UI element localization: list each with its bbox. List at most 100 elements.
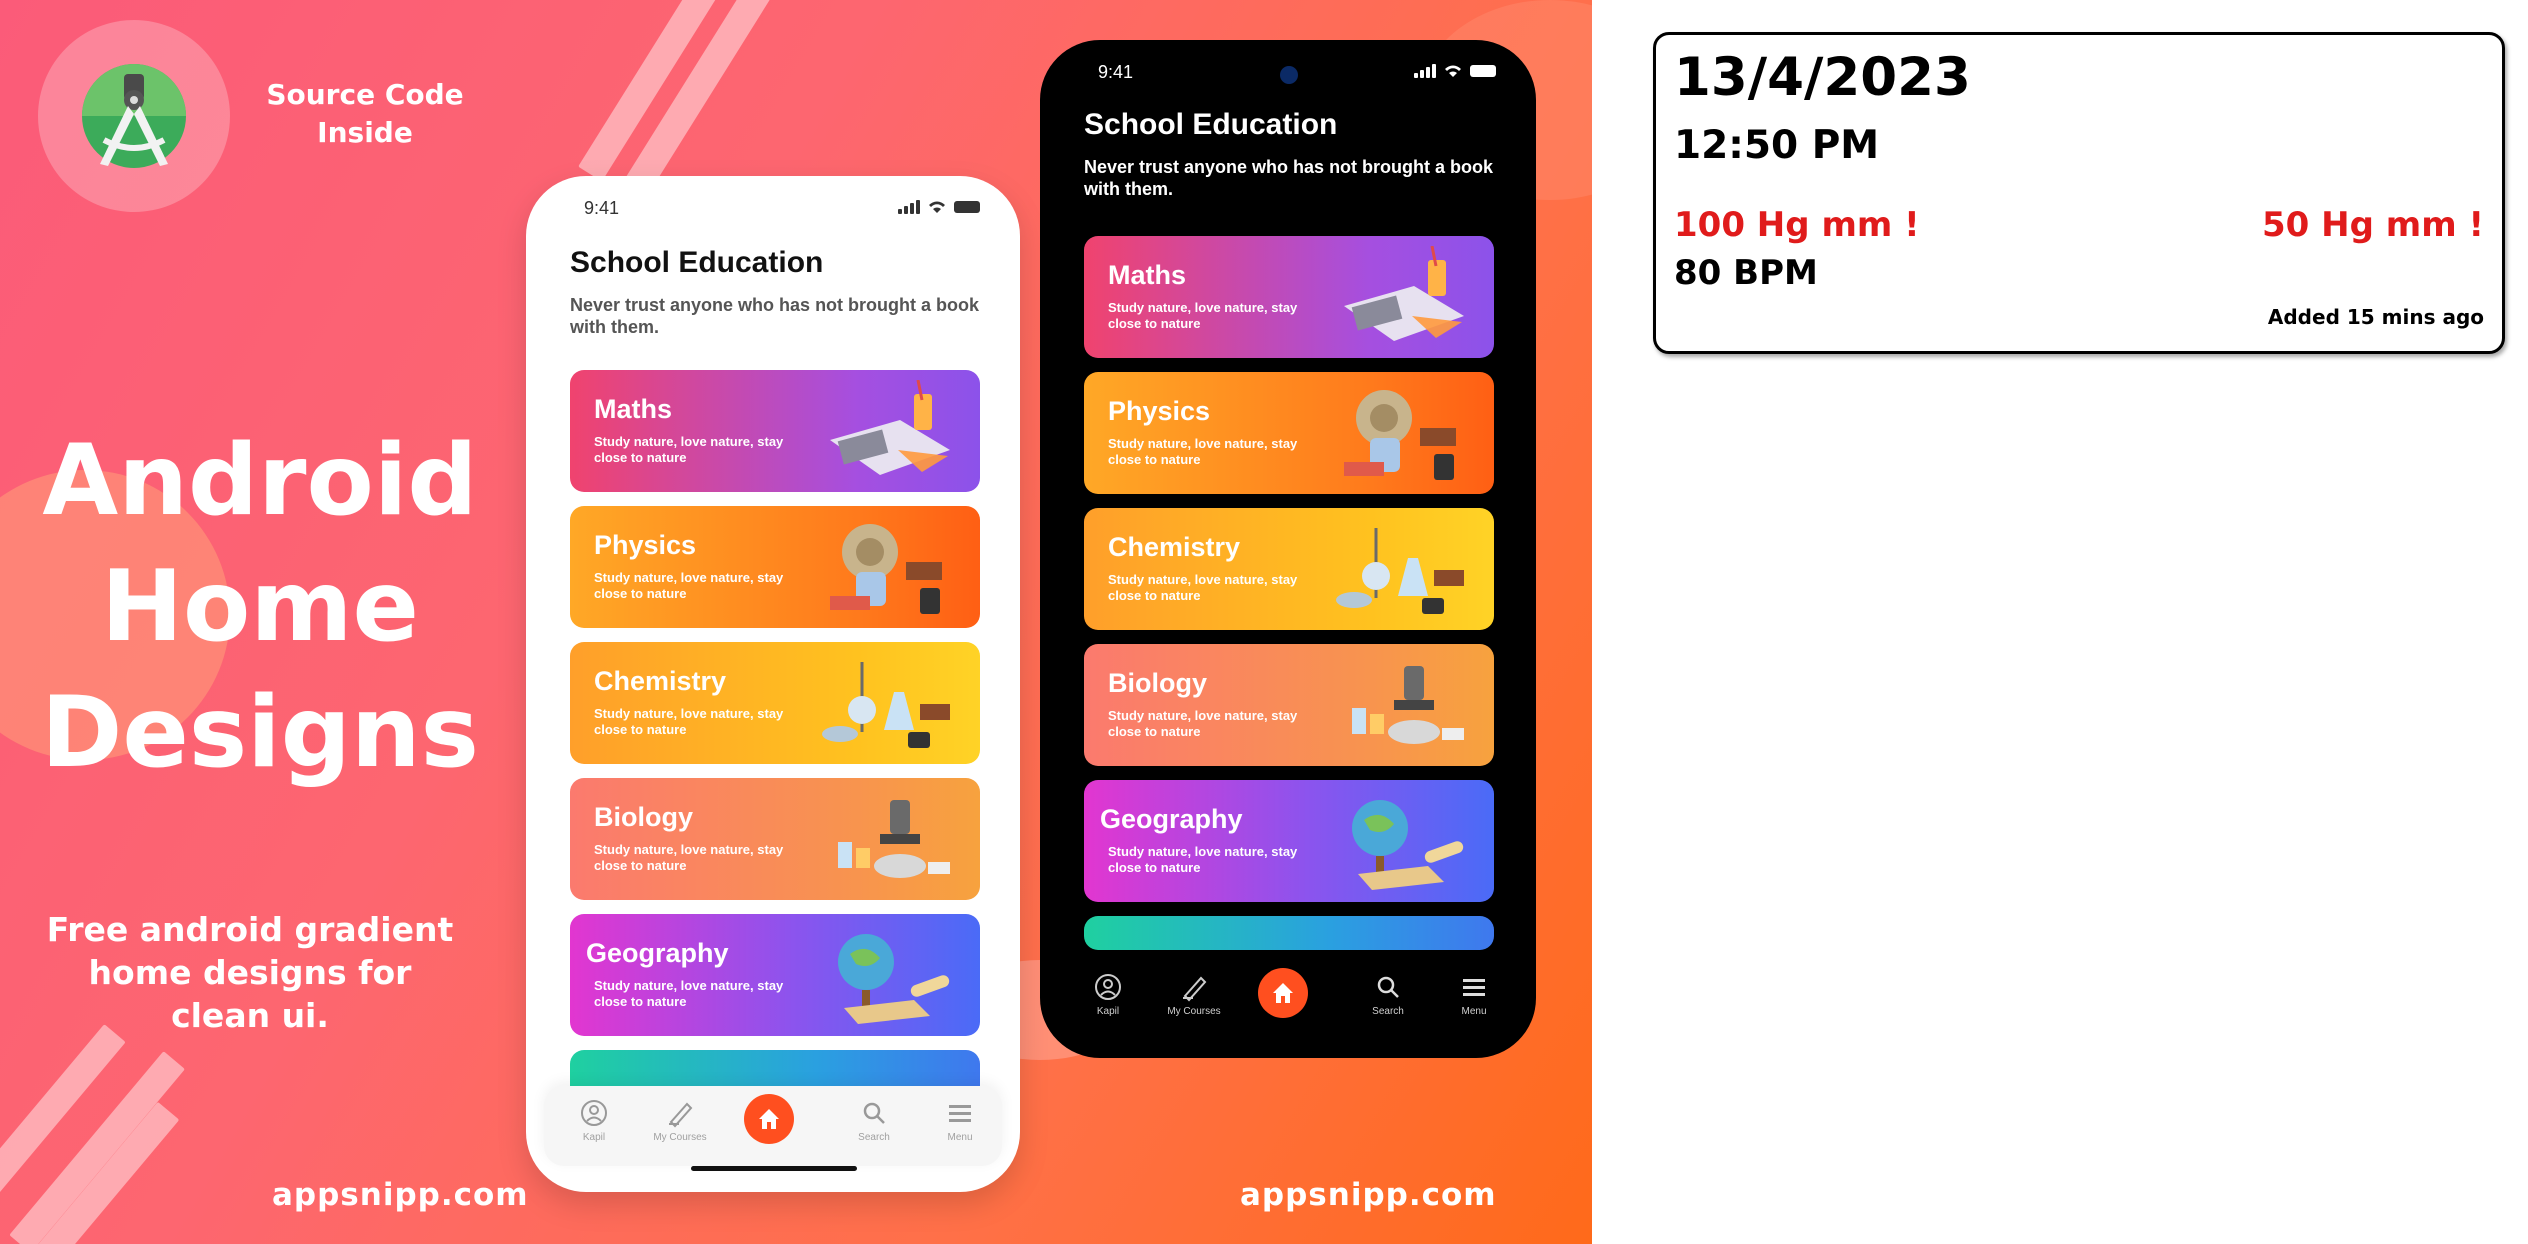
card-title: Biology xyxy=(1108,668,1207,698)
nav-menu[interactable]: Menu xyxy=(920,1098,1000,1143)
home-icon xyxy=(1273,983,1293,1003)
reading-card[interactable]: 13/4/2023 12:50 PM 100 Hg mm ! 50 Hg mm … xyxy=(1653,32,2505,354)
nav-label: Search xyxy=(858,1132,890,1143)
system-icons xyxy=(1414,64,1496,78)
nav-search[interactable]: Search xyxy=(1348,972,1428,1017)
bottom-navigation: Kapil My Courses Search Menu xyxy=(544,1086,1002,1166)
status-bar: 9:41 xyxy=(1040,40,1536,110)
card-title: Geography xyxy=(586,938,729,968)
pulse-value: 80 BPM xyxy=(1674,253,1818,293)
battery-icon xyxy=(1470,65,1496,77)
subject-card-biology[interactable]: Biology Study nature, love nature, stay … xyxy=(570,778,980,900)
subject-card-geography[interactable]: Geography Study nature, love nature, sta… xyxy=(1084,780,1494,902)
systolic-value: 100 Hg mm ! xyxy=(1674,205,1920,245)
nav-profile[interactable]: Kapil xyxy=(554,1098,634,1143)
physics-illustration xyxy=(1344,390,1456,480)
maths-illustration xyxy=(830,380,950,475)
nav-my-courses[interactable]: My Courses xyxy=(640,1098,720,1143)
nav-label: Menu xyxy=(947,1132,973,1143)
card-desc: Study nature, love nature, stay close to… xyxy=(1108,436,1298,467)
menu-icon xyxy=(1463,979,1485,996)
nav-search[interactable]: Search xyxy=(834,1098,914,1143)
card-desc: Study nature, love nature, stay close to… xyxy=(1108,708,1298,739)
home-indicator xyxy=(691,1166,857,1171)
app-subtitle: Never trust anyone who has not brought a… xyxy=(1084,157,1494,199)
biology-illustration xyxy=(1352,666,1464,744)
hero-title: Android Home Designs xyxy=(10,418,510,796)
search-icon xyxy=(863,1102,885,1124)
status-time: 9:41 xyxy=(1098,62,1134,82)
card-desc: Study nature, love nature, stay close to… xyxy=(1108,572,1298,603)
battery-icon xyxy=(954,201,980,213)
bottom-navigation: Kapil My Courses Search Menu xyxy=(1058,960,1518,1040)
phone-dark: 9:41 School Education Never trust anyone… xyxy=(1040,40,1536,1058)
physics-illustration xyxy=(830,524,942,614)
card-desc: Study nature, love nature, stay close to… xyxy=(594,570,784,601)
app-title: School Education xyxy=(570,246,824,279)
menu-icon xyxy=(949,1105,971,1122)
nav-label: Search xyxy=(1372,1006,1404,1017)
subject-card-chemistry[interactable]: Chemistry Study nature, love nature, sta… xyxy=(1084,508,1494,630)
courses-icon xyxy=(669,1102,693,1128)
signal-icon xyxy=(898,200,920,214)
wifi-icon xyxy=(929,201,945,213)
card-title: Chemistry xyxy=(594,666,727,696)
card-title: Physics xyxy=(1108,396,1211,426)
subject-card-physics[interactable]: Physics Study nature, love nature, stay … xyxy=(570,506,980,628)
subject-card-maths[interactable]: Maths Study nature, love nature, stay cl… xyxy=(1084,236,1494,358)
nav-home[interactable] xyxy=(744,1094,794,1144)
subject-card-chemistry[interactable]: Chemistry Study nature, love nature, sta… xyxy=(570,642,980,764)
android-studio-logo xyxy=(38,20,230,212)
profile-icon xyxy=(581,1100,607,1126)
nav-label: Menu xyxy=(1461,1006,1487,1017)
reading-time: 12:50 PM xyxy=(1674,123,1880,168)
chemistry-illustration xyxy=(1336,528,1464,614)
card-title: Biology xyxy=(594,802,693,832)
biology-illustration xyxy=(838,800,950,878)
reading-date: 13/4/2023 xyxy=(1674,47,1971,108)
card-title: Maths xyxy=(1108,260,1187,290)
card-desc: Study nature, love nature, stay close to… xyxy=(594,434,784,465)
nav-my-courses[interactable]: My Courses xyxy=(1154,972,1234,1017)
app-subtitle: Never trust anyone who has not brought a… xyxy=(570,295,980,337)
website-link[interactable]: appsnipp.com xyxy=(272,1177,529,1213)
search-icon xyxy=(1377,976,1399,998)
card-title: Chemistry xyxy=(1108,532,1241,562)
subject-card-physics[interactable]: Physics Study nature, love nature, stay … xyxy=(1084,372,1494,494)
website-link[interactable]: appsnipp.com xyxy=(1240,1177,1497,1213)
nav-home[interactable] xyxy=(1258,968,1308,1018)
phone-light: 9:41 School Education Never trust anyone… xyxy=(526,176,1020,1192)
subject-card-biology[interactable]: Biology Study nature, love nature, stay … xyxy=(1084,644,1494,766)
wifi-icon xyxy=(1445,65,1461,77)
card-desc: Study nature, love nature, stay close to… xyxy=(594,978,784,1009)
subject-card-maths[interactable]: Maths Study nature, love nature, stay cl… xyxy=(570,370,980,492)
nav-menu[interactable]: Menu xyxy=(1434,972,1514,1017)
profile-icon xyxy=(1095,974,1121,1000)
nav-label: My Courses xyxy=(653,1132,707,1143)
nav-label: Kapil xyxy=(1096,1006,1120,1017)
promo-banner: Source Code Inside Android Home Designs … xyxy=(0,0,1592,1244)
card-desc: Study nature, love nature, stay close to… xyxy=(594,842,784,873)
subject-card-partial[interactable] xyxy=(1084,916,1494,950)
front-camera xyxy=(1280,66,1298,84)
home-icon xyxy=(759,1109,779,1129)
android-studio-icon xyxy=(82,64,186,168)
added-timestamp: Added 15 mins ago xyxy=(2267,305,2484,329)
geography-illustration xyxy=(838,934,950,1024)
hero-subtitle: Free android gradient home designs for c… xyxy=(46,910,454,1035)
card-desc: Study nature, love nature, stay close to… xyxy=(1108,300,1298,331)
diastolic-value: 50 Hg mm ! xyxy=(2262,205,2484,245)
hero-title-line: Home xyxy=(101,550,419,664)
chemistry-illustration xyxy=(822,662,950,748)
status-bar: 9:41 xyxy=(526,176,1020,246)
status-time: 9:41 xyxy=(584,198,620,218)
app-title: School Education xyxy=(1084,108,1338,141)
card-desc: Study nature, love nature, stay close to… xyxy=(1108,844,1298,875)
geography-illustration xyxy=(1352,800,1464,890)
system-icons xyxy=(898,200,980,214)
card-title: Maths xyxy=(594,394,673,424)
subject-card-geography[interactable]: Geography Study nature, love nature, sta… xyxy=(570,914,980,1036)
nav-profile[interactable]: Kapil xyxy=(1068,972,1148,1017)
hero-title-line: Android xyxy=(42,424,478,538)
signal-icon xyxy=(1414,64,1436,78)
